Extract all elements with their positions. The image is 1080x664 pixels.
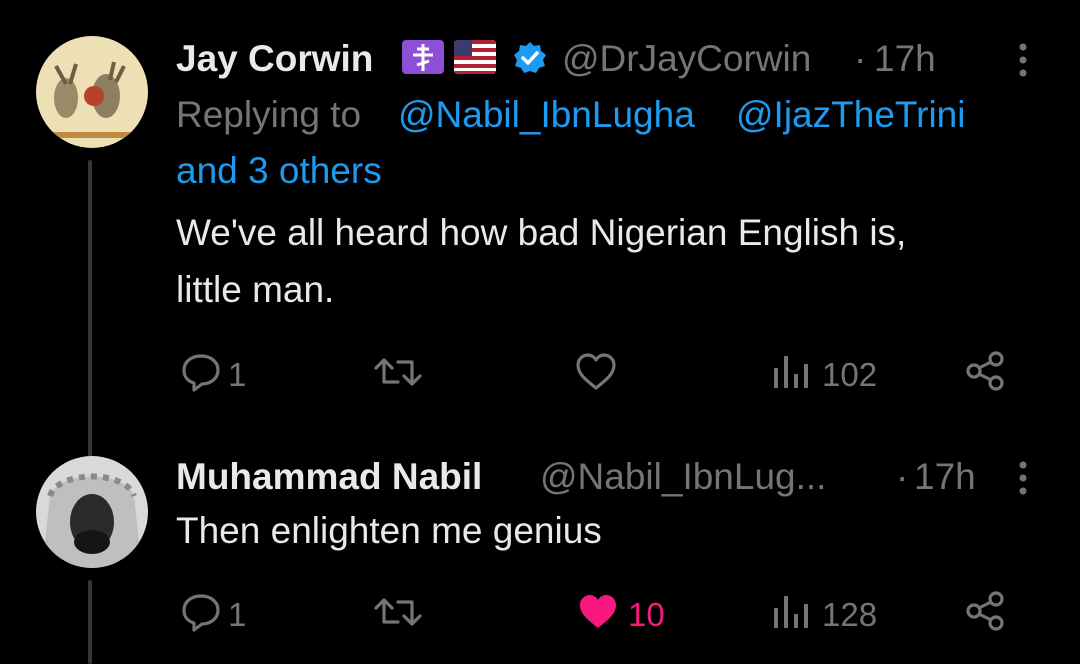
orthodox-cross-icon [402,40,444,74]
views-count: 102 [822,356,878,393]
reply-others-link[interactable]: and 3 others [176,150,382,192]
avatar-jay-corwin[interactable] [36,36,148,148]
replying-to-label: Replying to [176,94,362,135]
author-name[interactable]: Muhammad Nabil [176,456,482,498]
like-count: 10 [628,596,665,633]
reply-icon[interactable] [180,592,222,637]
share-icon[interactable] [964,350,1008,397]
tweet-text: Then enlighten me genius [176,510,602,551]
repost-icon[interactable] [372,352,424,397]
verified-badge-icon [512,40,548,81]
timestamp[interactable]: 17h [914,456,976,498]
reply-mention-2[interactable]: @IjazTheTrini [736,94,965,136]
author-handle[interactable]: @Nabil_IbnLug... [540,456,826,498]
timestamp[interactable]: 17h [874,38,936,80]
thread-line [88,580,92,664]
like-filled-icon[interactable] [576,592,620,637]
author-handle[interactable]: @DrJayCorwin [562,38,811,80]
share-icon[interactable] [964,590,1008,637]
repost-icon[interactable] [372,592,424,637]
views-count: 128 [822,596,878,633]
separator-dot: · [854,38,867,79]
reply-count: 1 [228,596,247,633]
like-icon[interactable] [574,352,618,397]
thread-line [88,160,92,460]
tweet-text-line-2: little man. [176,269,335,310]
reply-icon[interactable] [180,352,222,397]
avatar-muhammad-nabil[interactable] [36,456,148,568]
us-flag-icon [454,40,496,74]
more-options-icon[interactable] [1016,42,1030,83]
separator-dot: · [896,456,909,497]
views-icon[interactable] [772,354,812,395]
reply-mention-1[interactable]: @Nabil_IbnLugha [398,94,695,136]
views-icon[interactable] [772,594,812,635]
reply-count: 1 [228,356,247,393]
author-name[interactable]: Jay Corwin [176,38,373,80]
tweet-text-line-1: We've all heard how bad Nigerian English… [176,212,907,253]
more-options-icon[interactable] [1016,460,1030,501]
